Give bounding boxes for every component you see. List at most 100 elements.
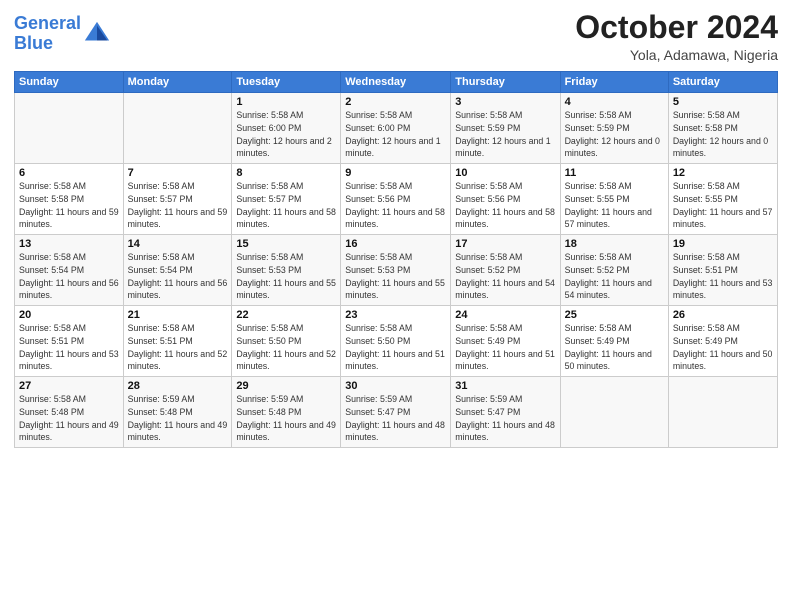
day-info: Sunrise: 5:58 AMSunset: 5:52 PMDaylight:…: [565, 251, 664, 302]
day-number: 3: [455, 96, 555, 108]
day-number: 11: [565, 167, 664, 179]
day-number: 18: [565, 238, 664, 250]
day-number: 16: [345, 238, 446, 250]
calendar-cell: 27Sunrise: 5:58 AMSunset: 5:48 PMDayligh…: [15, 377, 124, 448]
weekday-header-monday: Monday: [123, 72, 232, 93]
day-info: Sunrise: 5:58 AMSunset: 5:51 PMDaylight:…: [128, 322, 228, 373]
logo-general: General: [14, 13, 81, 33]
day-info: Sunrise: 5:58 AMSunset: 6:00 PMDaylight:…: [236, 109, 336, 160]
weekday-header-sunday: Sunday: [15, 72, 124, 93]
weekday-header-friday: Friday: [560, 72, 668, 93]
day-number: 10: [455, 167, 555, 179]
calendar-cell: 20Sunrise: 5:58 AMSunset: 5:51 PMDayligh…: [15, 306, 124, 377]
day-number: 9: [345, 167, 446, 179]
calendar-cell: 10Sunrise: 5:58 AMSunset: 5:56 PMDayligh…: [451, 164, 560, 235]
calendar-cell: 1Sunrise: 5:58 AMSunset: 6:00 PMDaylight…: [232, 93, 341, 164]
day-number: 17: [455, 238, 555, 250]
logo-blue: Blue: [14, 33, 53, 53]
day-info: Sunrise: 5:58 AMSunset: 5:50 PMDaylight:…: [345, 322, 446, 373]
weekday-header-tuesday: Tuesday: [232, 72, 341, 93]
calendar-cell: 14Sunrise: 5:58 AMSunset: 5:54 PMDayligh…: [123, 235, 232, 306]
logo-icon: [83, 20, 111, 48]
day-info: Sunrise: 5:58 AMSunset: 5:56 PMDaylight:…: [455, 180, 555, 231]
day-info: Sunrise: 5:58 AMSunset: 5:58 PMDaylight:…: [19, 180, 119, 231]
day-number: 25: [565, 309, 664, 321]
day-info: Sunrise: 5:58 AMSunset: 5:59 PMDaylight:…: [565, 109, 664, 160]
calendar-cell: 5Sunrise: 5:58 AMSunset: 5:58 PMDaylight…: [668, 93, 777, 164]
calendar-cell: [15, 93, 124, 164]
day-info: Sunrise: 5:59 AMSunset: 5:48 PMDaylight:…: [128, 393, 228, 444]
day-number: 24: [455, 309, 555, 321]
calendar-cell: 9Sunrise: 5:58 AMSunset: 5:56 PMDaylight…: [341, 164, 451, 235]
calendar-cell: [560, 377, 668, 448]
calendar-cell: 17Sunrise: 5:58 AMSunset: 5:52 PMDayligh…: [451, 235, 560, 306]
calendar-cell: 4Sunrise: 5:58 AMSunset: 5:59 PMDaylight…: [560, 93, 668, 164]
calendar-cell: 8Sunrise: 5:58 AMSunset: 5:57 PMDaylight…: [232, 164, 341, 235]
logo: General Blue: [14, 14, 111, 54]
day-info: Sunrise: 5:58 AMSunset: 5:49 PMDaylight:…: [673, 322, 773, 373]
day-number: 19: [673, 238, 773, 250]
day-number: 31: [455, 380, 555, 392]
day-number: 15: [236, 238, 336, 250]
day-number: 29: [236, 380, 336, 392]
day-info: Sunrise: 5:58 AMSunset: 5:54 PMDaylight:…: [128, 251, 228, 302]
day-number: 20: [19, 309, 119, 321]
weekday-header-wednesday: Wednesday: [341, 72, 451, 93]
day-number: 14: [128, 238, 228, 250]
day-info: Sunrise: 5:58 AMSunset: 5:58 PMDaylight:…: [673, 109, 773, 160]
logo-text: General Blue: [14, 14, 81, 54]
calendar-cell: 16Sunrise: 5:58 AMSunset: 5:53 PMDayligh…: [341, 235, 451, 306]
day-info: Sunrise: 5:58 AMSunset: 5:49 PMDaylight:…: [455, 322, 555, 373]
day-info: Sunrise: 5:59 AMSunset: 5:48 PMDaylight:…: [236, 393, 336, 444]
calendar-cell: 2Sunrise: 5:58 AMSunset: 6:00 PMDaylight…: [341, 93, 451, 164]
page-container: General Blue October 2024 Yola, Adamawa,…: [0, 0, 792, 456]
calendar-cell: 13Sunrise: 5:58 AMSunset: 5:54 PMDayligh…: [15, 235, 124, 306]
day-info: Sunrise: 5:58 AMSunset: 5:51 PMDaylight:…: [673, 251, 773, 302]
calendar-cell: 11Sunrise: 5:58 AMSunset: 5:55 PMDayligh…: [560, 164, 668, 235]
calendar-cell: 7Sunrise: 5:58 AMSunset: 5:57 PMDaylight…: [123, 164, 232, 235]
location: Yola, Adamawa, Nigeria: [575, 47, 778, 63]
title-area: October 2024 Yola, Adamawa, Nigeria: [575, 10, 778, 63]
day-number: 6: [19, 167, 119, 179]
calendar-cell: 6Sunrise: 5:58 AMSunset: 5:58 PMDaylight…: [15, 164, 124, 235]
calendar-cell: 30Sunrise: 5:59 AMSunset: 5:47 PMDayligh…: [341, 377, 451, 448]
calendar-cell: [123, 93, 232, 164]
day-number: 30: [345, 380, 446, 392]
calendar-week-row: 20Sunrise: 5:58 AMSunset: 5:51 PMDayligh…: [15, 306, 778, 377]
month-title: October 2024: [575, 10, 778, 45]
day-info: Sunrise: 5:58 AMSunset: 5:50 PMDaylight:…: [236, 322, 336, 373]
day-number: 13: [19, 238, 119, 250]
calendar-table: SundayMondayTuesdayWednesdayThursdayFrid…: [14, 71, 778, 448]
day-number: 22: [236, 309, 336, 321]
day-info: Sunrise: 5:58 AMSunset: 5:51 PMDaylight:…: [19, 322, 119, 373]
calendar-cell: 25Sunrise: 5:58 AMSunset: 5:49 PMDayligh…: [560, 306, 668, 377]
day-info: Sunrise: 5:58 AMSunset: 5:57 PMDaylight:…: [236, 180, 336, 231]
day-info: Sunrise: 5:58 AMSunset: 5:48 PMDaylight:…: [19, 393, 119, 444]
day-info: Sunrise: 5:58 AMSunset: 5:55 PMDaylight:…: [673, 180, 773, 231]
calendar-cell: 26Sunrise: 5:58 AMSunset: 5:49 PMDayligh…: [668, 306, 777, 377]
calendar-cell: 21Sunrise: 5:58 AMSunset: 5:51 PMDayligh…: [123, 306, 232, 377]
day-number: 27: [19, 380, 119, 392]
day-info: Sunrise: 5:58 AMSunset: 5:57 PMDaylight:…: [128, 180, 228, 231]
weekday-header-row: SundayMondayTuesdayWednesdayThursdayFrid…: [15, 72, 778, 93]
day-info: Sunrise: 5:58 AMSunset: 5:54 PMDaylight:…: [19, 251, 119, 302]
calendar-cell: [668, 377, 777, 448]
calendar-cell: 28Sunrise: 5:59 AMSunset: 5:48 PMDayligh…: [123, 377, 232, 448]
day-number: 28: [128, 380, 228, 392]
day-number: 1: [236, 96, 336, 108]
day-number: 26: [673, 309, 773, 321]
day-number: 2: [345, 96, 446, 108]
day-number: 23: [345, 309, 446, 321]
calendar-cell: 23Sunrise: 5:58 AMSunset: 5:50 PMDayligh…: [341, 306, 451, 377]
calendar-cell: 3Sunrise: 5:58 AMSunset: 5:59 PMDaylight…: [451, 93, 560, 164]
day-number: 5: [673, 96, 773, 108]
day-info: Sunrise: 5:58 AMSunset: 5:59 PMDaylight:…: [455, 109, 555, 160]
day-info: Sunrise: 5:58 AMSunset: 5:56 PMDaylight:…: [345, 180, 446, 231]
day-info: Sunrise: 5:59 AMSunset: 5:47 PMDaylight:…: [455, 393, 555, 444]
calendar-cell: 31Sunrise: 5:59 AMSunset: 5:47 PMDayligh…: [451, 377, 560, 448]
calendar-cell: 29Sunrise: 5:59 AMSunset: 5:48 PMDayligh…: [232, 377, 341, 448]
day-info: Sunrise: 5:58 AMSunset: 5:49 PMDaylight:…: [565, 322, 664, 373]
calendar-cell: 19Sunrise: 5:58 AMSunset: 5:51 PMDayligh…: [668, 235, 777, 306]
calendar-week-row: 6Sunrise: 5:58 AMSunset: 5:58 PMDaylight…: [15, 164, 778, 235]
day-number: 7: [128, 167, 228, 179]
